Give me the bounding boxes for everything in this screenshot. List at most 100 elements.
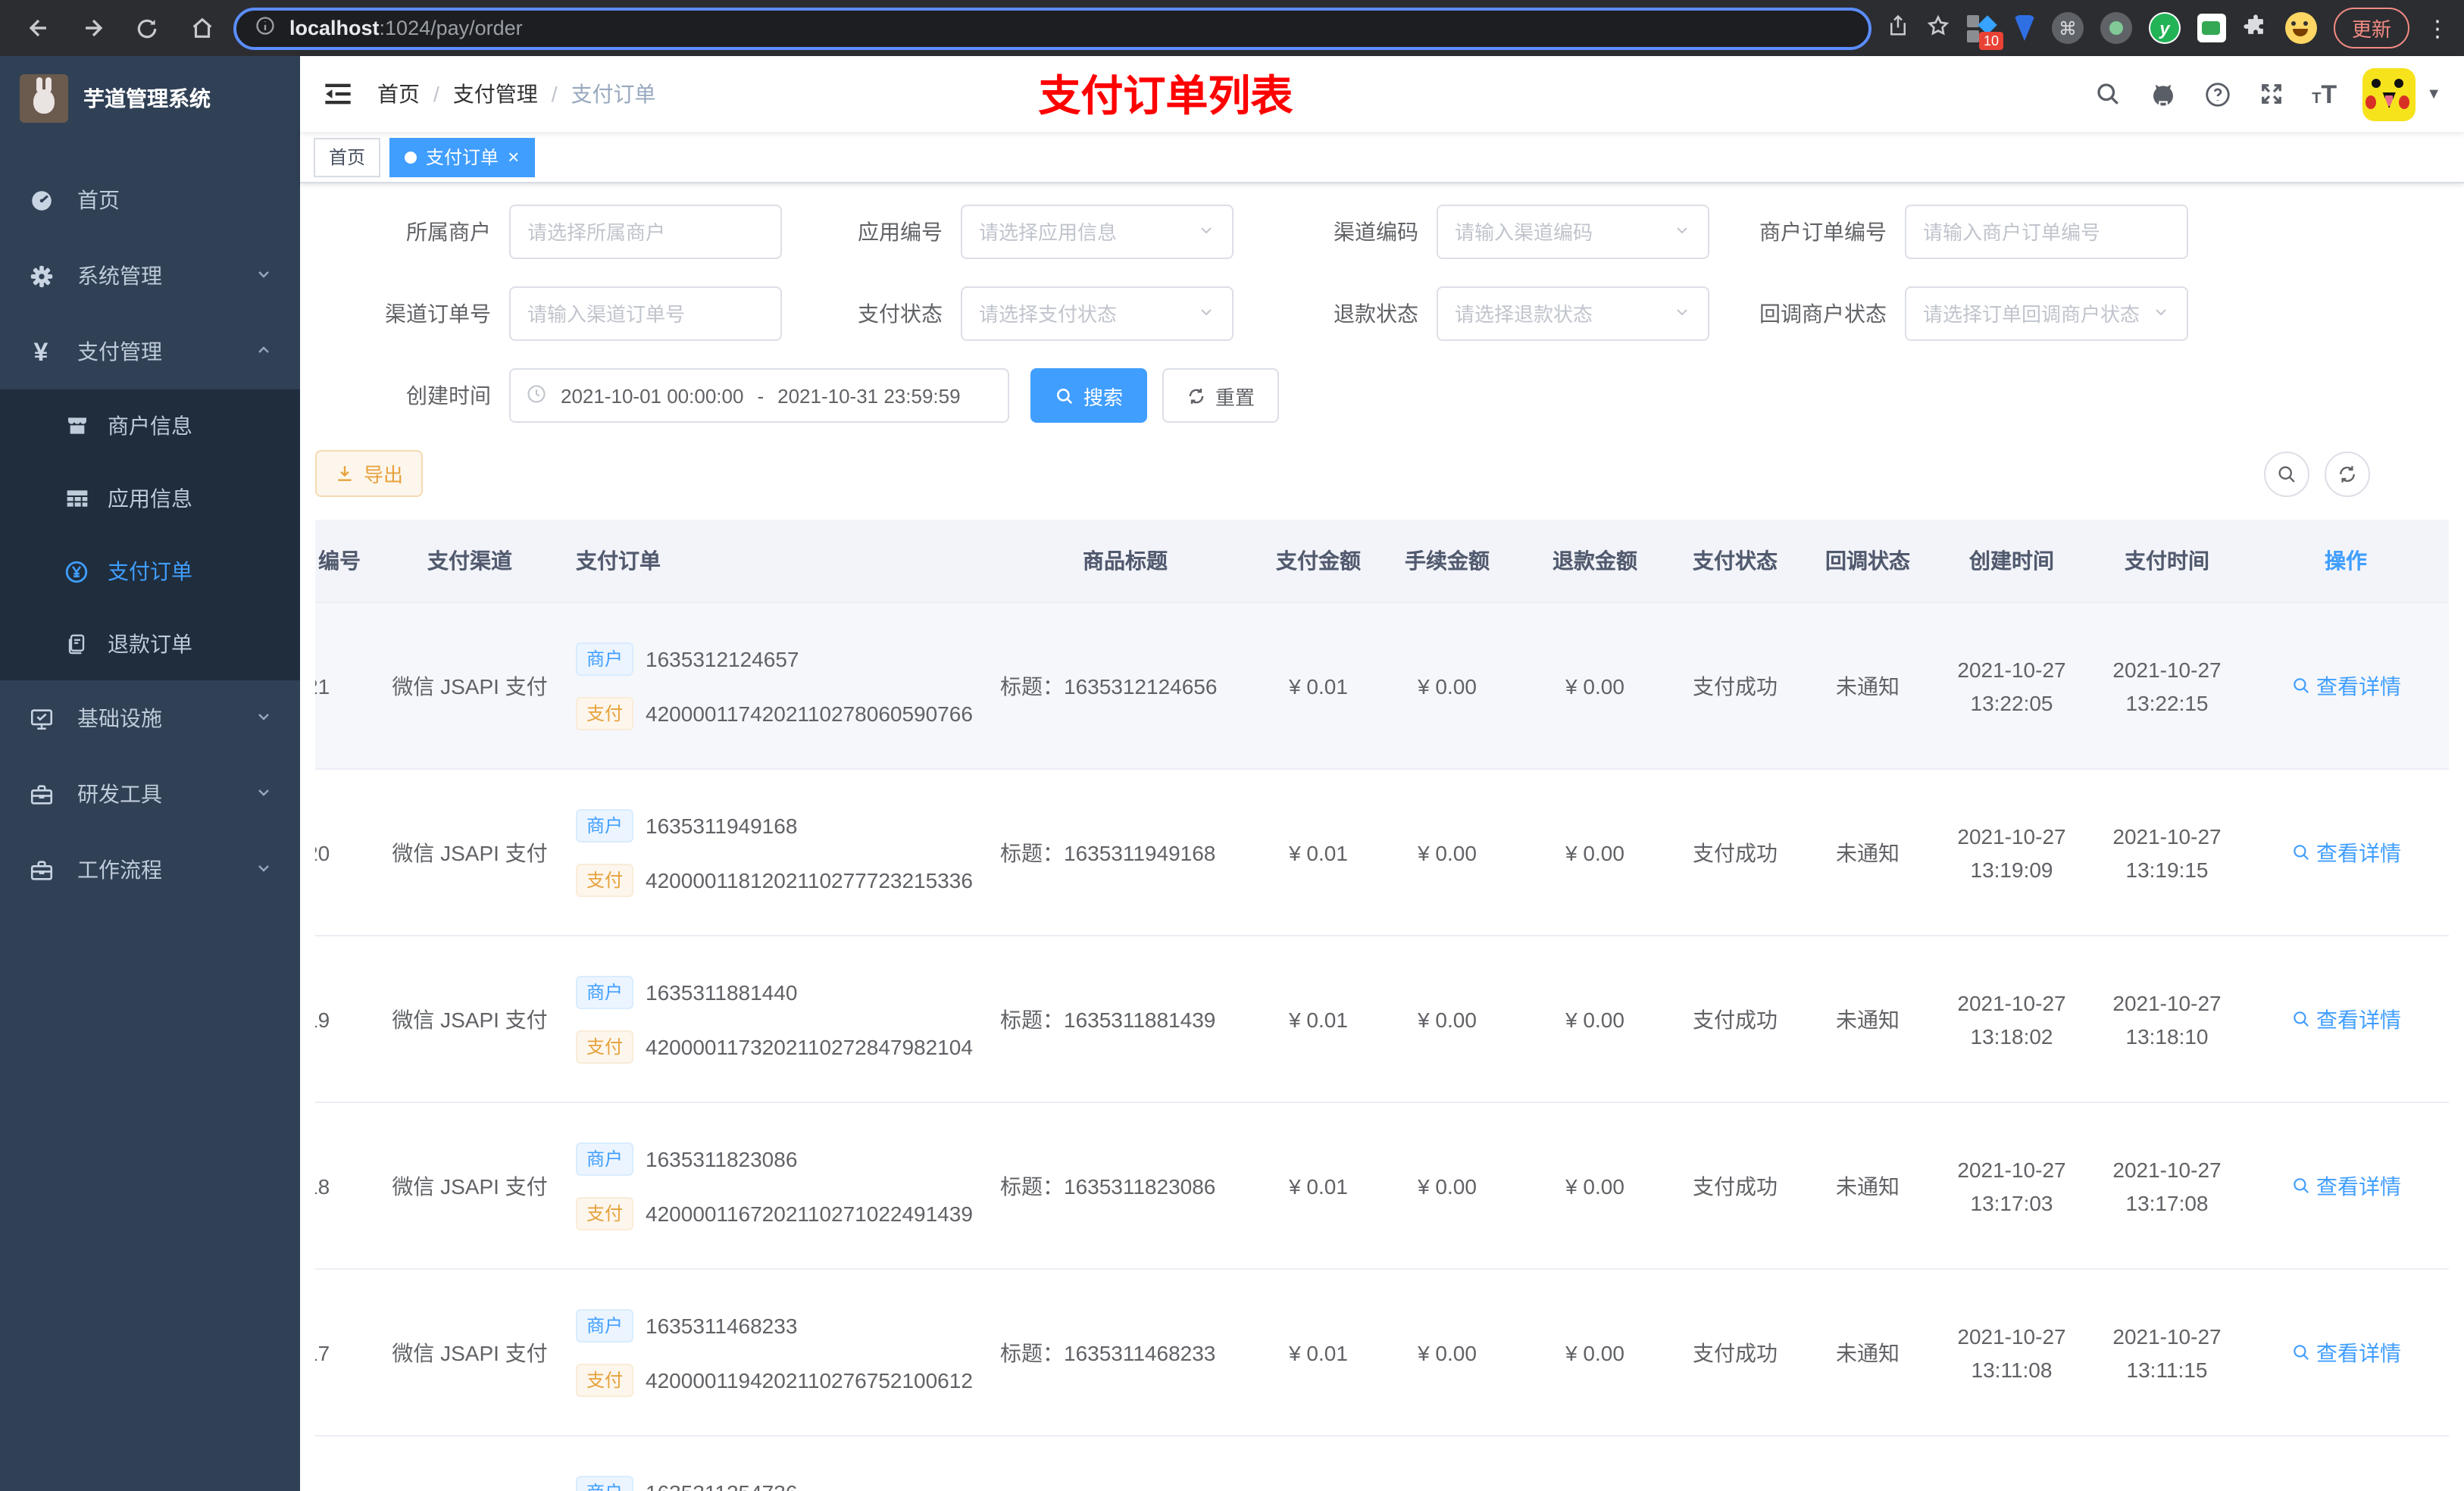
sidebar-item-label: 支付管理: [77, 339, 162, 364]
toggle-search-icon[interactable]: [2264, 451, 2309, 496]
breadcrumb-pay[interactable]: 支付管理: [453, 79, 538, 109]
table-row[interactable]: 商户1635311254736 支付 查看详情: [315, 1436, 2449, 1491]
refund-status-field[interactable]: [1455, 302, 1667, 325]
site-info-icon[interactable]: [255, 15, 276, 41]
sidebar-item-pay-order[interactable]: 支付订单: [0, 535, 300, 608]
merchant-tag: 商户: [576, 1475, 634, 1491]
app-id-select[interactable]: [961, 205, 1234, 259]
breadcrumb-separator: /: [551, 82, 558, 106]
merchant-order-no-input[interactable]: [1905, 205, 2188, 259]
filter-channel-order-no: 渠道订单号: [315, 286, 782, 341]
help-icon[interactable]: [2203, 80, 2231, 108]
browser-home-button[interactable]: [179, 7, 224, 49]
sidebar-item-label: 支付订单: [108, 559, 192, 583]
date-end[interactable]: 2021-10-31 23:59:59: [777, 384, 960, 407]
merchant-tag: 商户: [576, 1142, 634, 1175]
tags-view: 首页 支付订单 ×: [300, 132, 2464, 183]
channel-order-no-input[interactable]: [509, 286, 782, 341]
bookmark-star-icon[interactable]: [1926, 14, 1950, 42]
breadcrumb-home[interactable]: 首页: [377, 79, 420, 109]
sidebar-item-pay[interactable]: ¥ 支付管理: [0, 314, 300, 389]
sidebar-item-workflow[interactable]: 工作流程: [0, 832, 300, 908]
extension-chat-icon[interactable]: [2197, 14, 2226, 42]
export-button[interactable]: 导出: [315, 450, 424, 497]
sidebar-item-refund-order[interactable]: 退款订单: [0, 608, 300, 680]
extension-kite-icon[interactable]: [2013, 15, 2035, 41]
view-detail-link[interactable]: 查看详情: [2243, 670, 2449, 701]
sidebar-logo[interactable]: 芋道管理系统: [0, 56, 300, 141]
table-row[interactable]: 19 微信 JSAPI 支付 商户 1635311881440 支付 4200001…: [315, 936, 2449, 1103]
cell-amount: ¥ 0.01: [1289, 1007, 1348, 1031]
channel-code-select[interactable]: [1437, 205, 1709, 259]
pay-status-field[interactable]: [979, 302, 1191, 325]
fullscreen-icon[interactable]: [2257, 80, 2286, 108]
cell-create-time: 2021-10-27 13:22:05: [1957, 657, 2066, 714]
notify-status-field[interactable]: [1923, 302, 2146, 325]
view-detail-link[interactable]: 查看详情: [2243, 837, 2449, 867]
browser-menu-icon[interactable]: ⋮: [2426, 14, 2449, 42]
extension-command-icon[interactable]: ⌘: [2051, 12, 2084, 44]
merchant-input-field[interactable]: [527, 220, 764, 243]
filter-label: 退款状态: [1334, 302, 1418, 326]
refresh-icon[interactable]: [2325, 451, 2370, 496]
sidebar: 芋道管理系统 首页 系统管理 ¥ 支付管理 商户信息 应用信息 支付订单 退款订…: [0, 56, 300, 1491]
github-icon[interactable]: [2148, 80, 2177, 108]
view-detail-link[interactable]: 查看详情: [2243, 1004, 2449, 1034]
cell-id: 21: [315, 674, 330, 698]
sidebar-item-merchant-info[interactable]: 商户信息: [0, 389, 300, 462]
channel-code-field[interactable]: [1455, 220, 1667, 243]
tag-pay-order[interactable]: 支付订单 ×: [389, 137, 535, 177]
notify-status-select[interactable]: [1905, 286, 2188, 341]
pay-status-select[interactable]: [961, 286, 1234, 341]
table-row[interactable]: 21 微信 JSAPI 支付 商户 1635312124657 支付 4200001…: [315, 603, 2449, 770]
date-start[interactable]: 2021-10-01 00:00:00: [561, 384, 743, 407]
tag-close-icon[interactable]: ×: [508, 147, 519, 167]
extension-badged-icon[interactable]: 10: [1966, 13, 2003, 49]
extension-y-icon[interactable]: y: [2148, 12, 2181, 44]
search-icon[interactable]: [2093, 80, 2122, 108]
extensions-puzzle-icon[interactable]: [2243, 13, 2269, 43]
user-avatar-menu[interactable]: ▼: [2362, 67, 2441, 120]
channel-order-no-field[interactable]: [527, 302, 764, 325]
url-text: localhost:1024/pay/order: [289, 17, 523, 39]
merchant-order-no-field[interactable]: [1923, 220, 2170, 243]
view-detail-link[interactable]: 查看详情: [2243, 1337, 2449, 1368]
merchant-input[interactable]: [509, 205, 782, 259]
cell-pay-status: 支付成功: [1693, 1340, 1778, 1364]
clock-icon: [526, 383, 547, 408]
date-range-picker[interactable]: 2021-10-01 00:00:00 - 2021-10-31 23:59:5…: [509, 368, 1009, 423]
share-icon[interactable]: [1887, 14, 1909, 42]
address-bar[interactable]: localhost:1024/pay/order: [233, 7, 1871, 49]
browser-reload-button[interactable]: [124, 7, 170, 49]
cell-channel: 微信 JSAPI 支付: [392, 1340, 548, 1364]
cell-order: 商户 1635312124657 支付 4200001174202110278060…: [561, 642, 985, 730]
sidebar-item-home[interactable]: 首页: [0, 162, 300, 238]
filter-label: 创建时间: [406, 383, 491, 408]
view-detail-link[interactable]: 查看详情: [2243, 1171, 2449, 1201]
filter-row-2: 渠道订单号 支付状态 退款状态: [315, 286, 2449, 341]
cell-title: 标题：1635312124656: [1000, 674, 1218, 698]
reset-button[interactable]: 重置: [1162, 368, 1280, 423]
breadcrumb: 首页 / 支付管理 / 支付订单: [377, 79, 656, 109]
refund-status-select[interactable]: [1437, 286, 1709, 341]
extension-recorder-icon[interactable]: [2100, 12, 2132, 44]
table-row[interactable]: 20 微信 JSAPI 支付 商户 1635311949168 支付 4200001…: [315, 770, 2449, 936]
app-id-select-field[interactable]: [979, 220, 1191, 243]
tag-home[interactable]: 首页: [314, 137, 381, 177]
sidebar-item-system[interactable]: 系统管理: [0, 238, 300, 314]
browser-back-button[interactable]: [15, 7, 61, 49]
sidebar-fold-icon[interactable]: [323, 79, 353, 109]
table-row[interactable]: 18 微信 JSAPI 支付 商户 1635311823086 支付 4200001…: [315, 1103, 2449, 1270]
sidebar-item-infra[interactable]: 基础设施: [0, 680, 300, 756]
browser-forward-button[interactable]: [70, 7, 115, 49]
sidebar-item-dev-tools[interactable]: 研发工具: [0, 756, 300, 832]
table-row[interactable]: 17 微信 JSAPI 支付 商户 1635311468233 支付 4200001…: [315, 1270, 2449, 1436]
sidebar-item-app-info[interactable]: 应用信息: [0, 462, 300, 535]
table-tools: [2264, 451, 2449, 496]
font-size-icon[interactable]: TT: [2312, 81, 2337, 107]
chevron-down-icon: [255, 264, 273, 288]
browser-update-button[interactable]: 更新: [2333, 8, 2409, 48]
search-button[interactable]: 搜索: [1030, 368, 1148, 423]
pay-tag: 支付: [576, 1196, 634, 1230]
browser-profile-avatar[interactable]: [2284, 12, 2317, 44]
